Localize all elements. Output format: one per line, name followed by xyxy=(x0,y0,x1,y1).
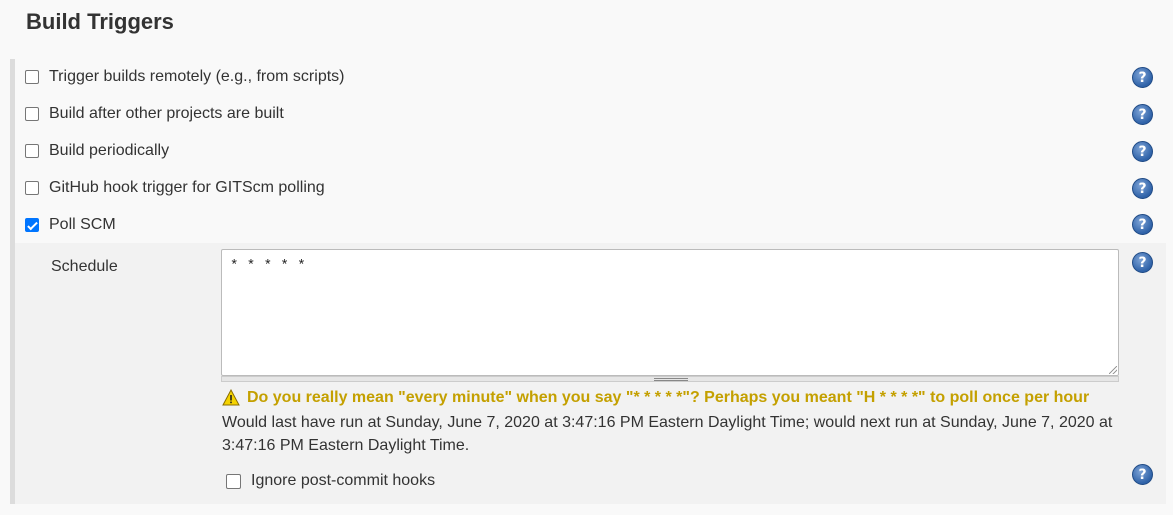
trigger-github-hook-label[interactable]: GitHub hook trigger for GITScm polling xyxy=(49,179,325,197)
trigger-remote-row[interactable]: Trigger builds remotely (e.g., from scri… xyxy=(25,66,344,88)
trigger-periodically-checkbox[interactable] xyxy=(25,144,39,158)
ignore-hooks-label[interactable]: Ignore post-commit hooks xyxy=(251,472,435,490)
trigger-poll-scm-checkbox[interactable] xyxy=(25,218,39,232)
trigger-after-other-row[interactable]: Build after other projects are built xyxy=(25,103,284,125)
warning-icon xyxy=(222,389,240,406)
trigger-after-other-label[interactable]: Build after other projects are built xyxy=(49,105,284,123)
textarea-expand-grip[interactable] xyxy=(221,376,1119,382)
help-icon[interactable]: ? xyxy=(1132,104,1153,125)
help-icon[interactable]: ? xyxy=(1132,141,1153,162)
ignore-hooks-row[interactable]: Ignore post-commit hooks xyxy=(226,470,435,492)
trigger-github-hook-row[interactable]: GitHub hook trigger for GITScm polling xyxy=(25,177,325,199)
trigger-remote-label[interactable]: Trigger builds remotely (e.g., from scri… xyxy=(49,68,344,86)
ignore-hooks-checkbox[interactable] xyxy=(226,473,241,489)
schedule-run-info: Would last have run at Sunday, June 7, 2… xyxy=(222,414,1113,454)
grip-handle-icon xyxy=(654,378,688,381)
help-icon[interactable]: ? xyxy=(1132,178,1153,199)
trigger-remote-checkbox[interactable] xyxy=(25,70,39,84)
trigger-periodically-label[interactable]: Build periodically xyxy=(49,142,169,160)
help-icon[interactable]: ? xyxy=(1132,214,1153,235)
trigger-github-hook-checkbox[interactable] xyxy=(25,181,39,195)
help-icon[interactable]: ? xyxy=(1132,464,1153,485)
schedule-warning: Do you really mean "every minute" when y… xyxy=(222,389,1089,407)
section-title: Build Triggers xyxy=(26,9,174,34)
schedule-label: Schedule xyxy=(51,258,118,275)
trigger-after-other-checkbox[interactable] xyxy=(25,107,39,121)
schedule-value: * * * * * xyxy=(230,258,306,274)
trigger-periodically-row[interactable]: Build periodically xyxy=(25,140,169,162)
resize-handle-icon[interactable] xyxy=(1109,366,1117,374)
schedule-textarea[interactable]: * * * * * xyxy=(221,249,1119,376)
help-icon[interactable]: ? xyxy=(1132,67,1153,88)
trigger-poll-scm-label[interactable]: Poll SCM xyxy=(49,216,116,234)
warning-text: Do you really mean "every minute" when y… xyxy=(247,389,1090,406)
help-icon[interactable]: ? xyxy=(1132,252,1153,273)
trigger-poll-scm-row[interactable]: Poll SCM xyxy=(25,214,116,236)
